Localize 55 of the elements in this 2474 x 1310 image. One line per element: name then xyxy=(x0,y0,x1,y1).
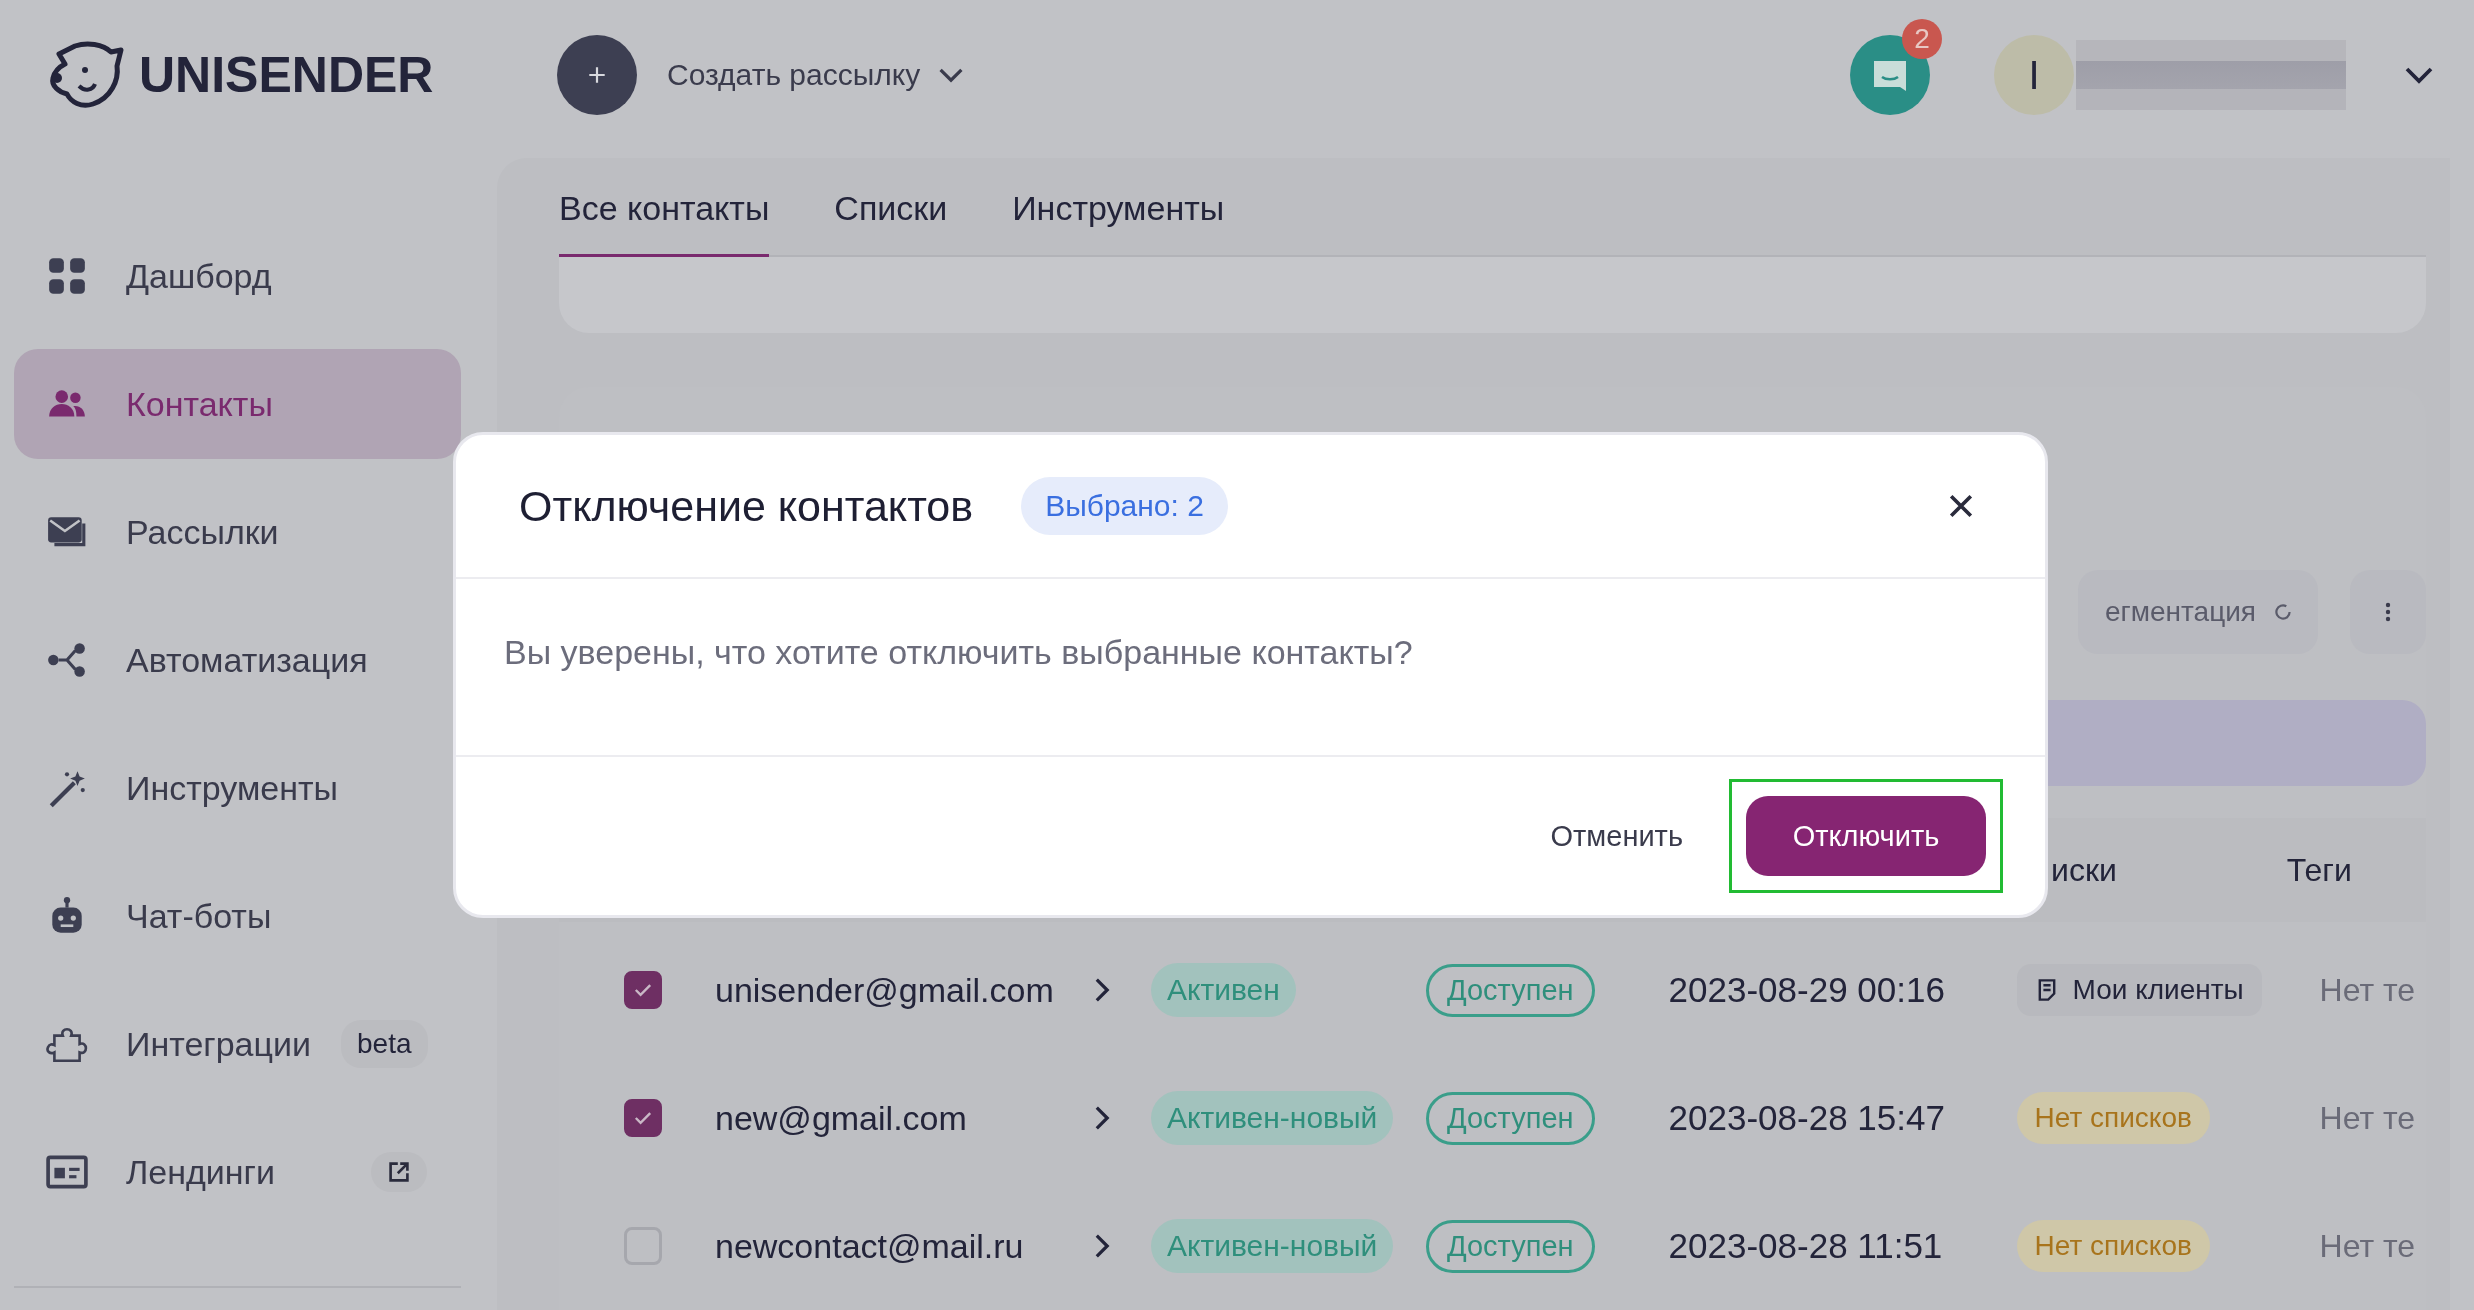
list-chip[interactable]: Мои клиенты xyxy=(2016,964,2262,1016)
sidebar-item[interactable]: Дашборд xyxy=(14,221,461,331)
avatar[interactable]: I xyxy=(1994,35,2074,115)
chevron-down-icon xyxy=(938,67,965,83)
date-cell-text: 2023-08-29 00:16 xyxy=(1668,970,1946,1010)
checkbox[interactable] xyxy=(624,1227,662,1265)
cancel-button[interactable]: Отменить xyxy=(1544,818,1689,854)
modal-title: Отключение контактов xyxy=(519,481,974,531)
disable-button[interactable]: Отключить xyxy=(1746,796,1986,876)
status-tag: Активен-новый xyxy=(1151,1219,1394,1273)
segmentation-button[interactable]: егментация xyxy=(2078,570,2318,654)
grid-icon xyxy=(46,255,88,297)
tags-cell: Нет те xyxy=(2319,1227,2416,1265)
create-campaign-dropdown[interactable]: Создать рассылку xyxy=(667,58,965,92)
beta-badge: beta xyxy=(341,1020,428,1068)
tab[interactable]: Списки xyxy=(834,188,948,257)
sidebar-item[interactable]: Лендинги xyxy=(14,1117,461,1227)
close-icon[interactable] xyxy=(1947,492,1975,520)
availability-tag: Доступен xyxy=(1426,963,1595,1017)
status-tag: Активен-новый xyxy=(1151,1091,1394,1145)
chevron-down-icon[interactable] xyxy=(2404,66,2434,84)
no-lists-tag: Нет списков xyxy=(2016,1220,2210,1272)
chevron-right-icon[interactable] xyxy=(1094,977,1110,1003)
sidebar-item[interactable]: Автоматизация xyxy=(14,605,461,715)
availability-tag: Доступен xyxy=(1426,1091,1595,1145)
chevron-right-icon[interactable] xyxy=(1094,1105,1110,1131)
chevron-right-icon[interactable] xyxy=(1094,1233,1110,1259)
email-cell-text: new@gmail.com xyxy=(715,1098,968,1138)
column-header: Теги xyxy=(2286,851,2352,889)
column-header: иски xyxy=(2051,851,2117,889)
notification-badge: 2 xyxy=(1902,19,1942,59)
logo-text: UNISENDER xyxy=(139,46,434,104)
date-cell-text: 2023-08-28 15:47 xyxy=(1668,1098,1946,1138)
tags-cell: Нет те xyxy=(2319,1099,2416,1137)
external-link-icon[interactable] xyxy=(371,1152,427,1192)
modal-message: Вы уверены, что хотите отключить выбранные контакты? xyxy=(504,633,1413,671)
email-cell-text: unisender@gmail.com xyxy=(715,970,1055,1010)
sidebar-item[interactable]: Контакты xyxy=(14,349,461,459)
more-icon xyxy=(2385,602,2391,622)
date-cell-text: 2023-08-28 11:51 xyxy=(1668,1226,1944,1266)
selected-count-badge: Выбрано: 2 xyxy=(1021,477,1228,535)
sidebar-item[interactable]: Интеграции beta xyxy=(14,989,461,1099)
sidebar-item[interactable]: Инструменты xyxy=(14,733,461,843)
status-tag: Активен xyxy=(1151,963,1296,1017)
refresh-icon xyxy=(2272,601,2294,623)
checkbox[interactable] xyxy=(624,971,662,1009)
checkbox[interactable] xyxy=(624,1099,662,1137)
availability-tag: Доступен xyxy=(1426,1219,1595,1273)
plus-icon xyxy=(586,64,608,86)
no-lists-tag: Нет списков xyxy=(2016,1092,2210,1144)
tags-cell: Нет те xyxy=(2319,971,2416,1009)
sidebar-item[interactable]: Рассылки xyxy=(14,477,461,587)
email-cell-text: newcontact@mail.ru xyxy=(715,1226,1025,1266)
tab[interactable]: Инструменты xyxy=(1012,188,1225,257)
sidebar-item[interactable]: Чат-боты xyxy=(14,861,461,971)
